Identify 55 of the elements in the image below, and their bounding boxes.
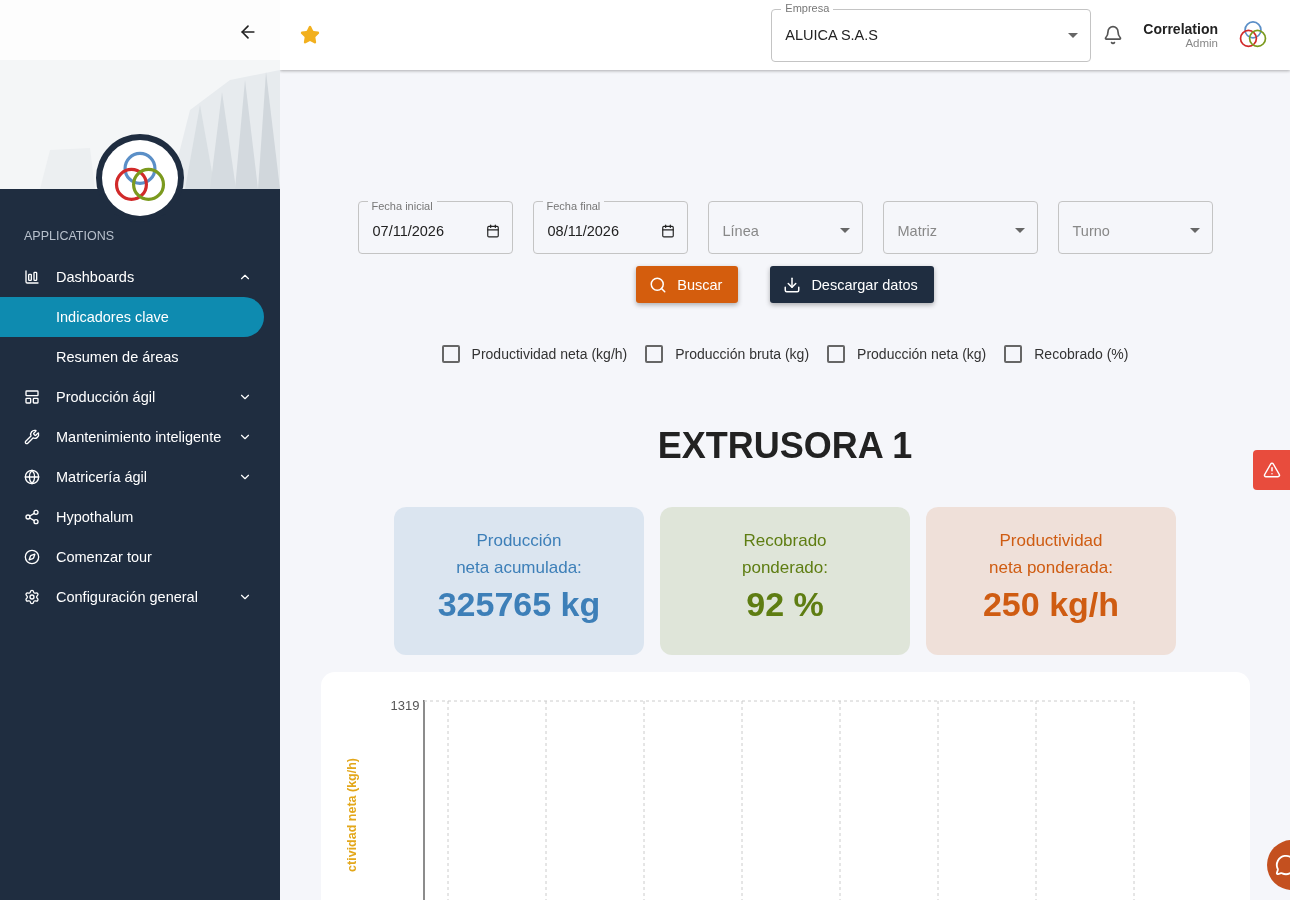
calendar-icon — [660, 223, 675, 238]
bar-chart-icon — [24, 269, 40, 285]
axis-title: ctividad neta (kg/h) — [344, 758, 359, 872]
axis-tick-label: 1319 — [390, 698, 420, 714]
nav-subitem[interactable]: Resumen de áreas — [0, 337, 264, 377]
checkbox[interactable] — [1004, 345, 1023, 363]
checkbox[interactable] — [827, 345, 846, 363]
checkbox[interactable] — [441, 345, 460, 363]
kpi-label: Producción neta acumulada: — [456, 530, 582, 579]
compass-icon — [24, 549, 40, 565]
field-label: Fecha final — [542, 201, 605, 212]
search-button[interactable]: Buscar — [636, 266, 739, 303]
field-label: Fecha inicial — [367, 201, 437, 212]
nav-item[interactable]: Matricería ágil — [0, 457, 280, 497]
nav-item[interactable]: Dashboards — [0, 257, 280, 297]
nav-item[interactable]: Configuración general — [0, 577, 280, 617]
nav-item[interactable]: Comenzar tour — [0, 537, 280, 577]
checkbox-label: Recobrado (%) — [1034, 346, 1129, 362]
date-field[interactable]: Fecha inicial 07/11/2026 — [357, 201, 513, 254]
kpi-value: 92 % — [746, 585, 824, 624]
date-field[interactable]: Fecha final 08/11/2026 — [532, 201, 688, 254]
warning-icon — [1262, 461, 1281, 479]
checkbox-label: Producción neta (kg) — [857, 346, 987, 362]
kpi-value: 325765 kg — [437, 585, 601, 624]
nav-subitem[interactable]: Indicadores clave — [0, 297, 264, 337]
checkbox-label: Productividad neta (kg/h) — [471, 346, 628, 362]
star-icon[interactable] — [300, 25, 320, 45]
field-label: Empresa — [781, 1, 834, 14]
checkbox[interactable] — [645, 345, 664, 363]
settings-icon — [24, 589, 40, 605]
search-icon — [649, 275, 668, 294]
calendar-icon — [485, 223, 500, 238]
alert-tab[interactable] — [1253, 450, 1290, 490]
dropdown-icon — [1014, 228, 1025, 233]
section-heading: APPLICATIONS — [23, 228, 116, 243]
globe-icon — [24, 469, 40, 485]
download-button[interactable]: Descargar datos — [770, 266, 934, 303]
user-role: Admin — [1185, 37, 1218, 49]
wrench-icon — [24, 429, 40, 445]
checkbox-label: Producción bruta (kg) — [675, 346, 810, 362]
nav-item[interactable]: Producción ágil — [0, 377, 280, 417]
kpi-value: 250 kg/h — [982, 585, 1120, 624]
nodes-icon — [24, 509, 40, 525]
dropdown-icon — [1189, 228, 1200, 233]
page-title: EXTRUSORA 1 — [657, 425, 913, 467]
dropdown-icon — [1068, 32, 1079, 38]
table-icon — [24, 389, 40, 405]
nav-item[interactable]: Hypothalum — [0, 497, 280, 537]
kpi-label: Productividad neta ponderada: — [989, 530, 1113, 579]
dropdown-icon — [839, 228, 850, 233]
user-name: Correlation — [1143, 21, 1218, 37]
nav-item[interactable]: Mantenimiento inteligente — [0, 417, 280, 457]
download-icon — [783, 275, 802, 294]
kpi-label: Recobrado ponderado: — [742, 530, 828, 579]
bell-icon[interactable] — [1103, 25, 1124, 45]
